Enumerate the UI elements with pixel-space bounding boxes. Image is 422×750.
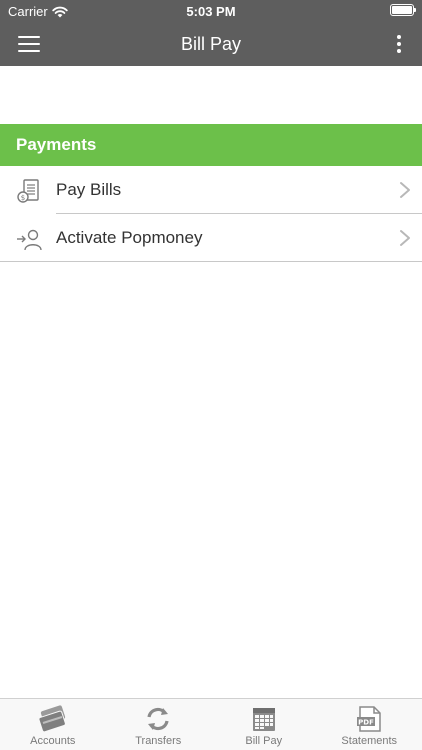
svg-text:$: $: [21, 194, 25, 202]
tab-bill-pay[interactable]: Bill Pay: [211, 699, 317, 750]
tab-label: Accounts: [30, 735, 76, 747]
section-header-payments: Payments: [0, 124, 422, 166]
tab-transfers[interactable]: Transfers: [106, 699, 212, 750]
tab-label: Statements: [341, 735, 398, 747]
tab-label: Transfers: [135, 735, 182, 747]
status-time: 5:03 PM: [186, 4, 236, 19]
nav-bar: Bill Pay: [0, 22, 422, 66]
battery-icon: [390, 4, 416, 16]
list-item-activate-popmoney[interactable]: Activate Popmoney: [0, 214, 422, 262]
cards-icon: [38, 705, 66, 733]
tab-label: Bill Pay: [245, 735, 283, 747]
page-title: Bill Pay: [180, 34, 242, 54]
status-bar: Carrier 5:03 PM: [0, 0, 422, 22]
divider: [0, 261, 422, 262]
list-item-pay-bills[interactable]: $ Pay Bills: [0, 166, 422, 214]
bill-pay-screen: Carrier 5:03 PM Bill Pay Payments $ Pay …: [0, 0, 422, 750]
tab-accounts[interactable]: Accounts: [0, 699, 106, 750]
bill-icon: $: [17, 179, 39, 203]
tab-statements[interactable]: PDF Statements: [317, 699, 422, 750]
list-item-label: Pay Bills: [56, 180, 122, 199]
list-item-label: Activate Popmoney: [56, 228, 203, 247]
calendar-icon: [252, 708, 275, 731]
battery-indicator: [390, 4, 416, 16]
more-options-button[interactable]: [392, 32, 406, 56]
chevron-right-icon: [400, 230, 410, 246]
refresh-arrows-icon: [147, 707, 169, 731]
tab-bar: Accounts Transfers Bill Pay PDF Statemen…: [0, 698, 422, 750]
person-transfer-icon: [17, 229, 42, 251]
svg-text:PDF: PDF: [358, 719, 374, 727]
chevron-right-icon: [400, 182, 410, 198]
pdf-document-icon: PDF: [357, 706, 381, 732]
